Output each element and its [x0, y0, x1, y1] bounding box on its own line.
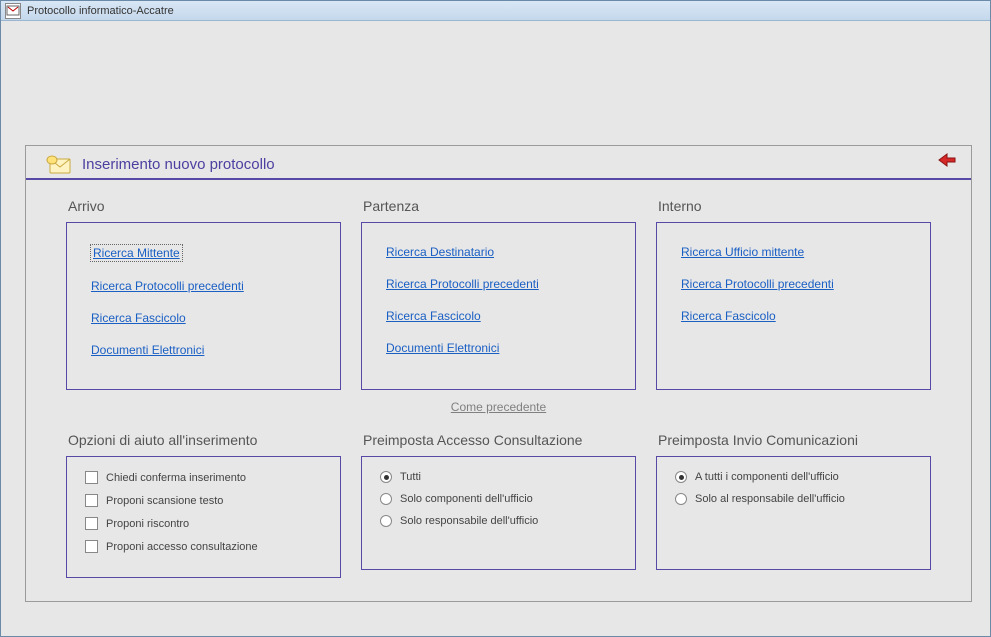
envelope-icon	[46, 154, 72, 174]
radio-icon	[675, 471, 687, 483]
radio-label: Solo componenti dell'ufficio	[400, 493, 533, 505]
link-ricerca-fascicolo-partenza[interactable]: Ricerca Fascicolo	[386, 309, 481, 323]
column-title-interno: Interno	[658, 198, 931, 214]
column-preinvio: Preimposta Invio Comunicazioni A tutti i…	[656, 432, 931, 578]
column-title-partenza: Partenza	[363, 198, 636, 214]
group-preaccesso: Tutti Solo componenti dell'ufficio Solo …	[361, 456, 636, 570]
link-documenti-elettronici-partenza[interactable]: Documenti Elettronici	[386, 341, 499, 355]
link-ricerca-destinatario[interactable]: Ricerca Destinatario	[386, 245, 494, 259]
app-icon	[5, 3, 21, 19]
radio-label: Solo responsabile dell'ufficio	[400, 515, 538, 527]
bottom-columns: Opzioni di aiuto all'inserimento Chiedi …	[26, 432, 971, 578]
card-heading: Inserimento nuovo protocollo	[82, 156, 275, 173]
group-arrivo: Ricerca Mittente Ricerca Protocolli prec…	[66, 222, 341, 390]
checkbox-icon	[85, 471, 98, 484]
link-ricerca-protocolli-precedenti-interno[interactable]: Ricerca Protocolli precedenti	[681, 277, 834, 291]
column-title-preinvio: Preimposta Invio Comunicazioni	[658, 432, 931, 448]
radio-tutti[interactable]: Tutti	[380, 471, 617, 483]
column-opzioni: Opzioni di aiuto all'inserimento Chiedi …	[66, 432, 341, 578]
column-arrivo: Arrivo Ricerca Mittente Ricerca Protocol…	[66, 198, 341, 390]
radio-icon	[675, 493, 687, 505]
checkbox-icon	[85, 517, 98, 530]
link-ricerca-mittente[interactable]: Ricerca Mittente	[91, 245, 182, 261]
radio-solo-responsabile-invio[interactable]: Solo al responsabile dell'ufficio	[675, 493, 912, 505]
link-ricerca-fascicolo-arrivo[interactable]: Ricerca Fascicolo	[91, 311, 186, 325]
checkbox-proponi-accesso[interactable]: Proponi accesso consultazione	[85, 540, 322, 553]
content-area: Inserimento nuovo protocollo Arrivo Rice…	[1, 21, 990, 636]
radio-icon	[380, 471, 392, 483]
column-title-preaccesso: Preimposta Accesso Consultazione	[363, 432, 636, 448]
link-ricerca-fascicolo-interno[interactable]: Ricerca Fascicolo	[681, 309, 776, 323]
column-partenza: Partenza Ricerca Destinatario Ricerca Pr…	[361, 198, 636, 390]
inner-panel: Inserimento nuovo protocollo Arrivo Rice…	[7, 27, 984, 630]
link-come-precedente[interactable]: Come precedente	[451, 400, 546, 414]
column-title-opzioni: Opzioni di aiuto all'inserimento	[68, 432, 341, 448]
radio-label: Solo al responsabile dell'ufficio	[695, 493, 845, 505]
checkbox-label: Chiedi conferma inserimento	[106, 472, 246, 484]
back-arrow-icon[interactable]	[937, 152, 959, 171]
checkbox-label: Proponi riscontro	[106, 518, 189, 530]
top-columns: Arrivo Ricerca Mittente Ricerca Protocol…	[26, 198, 971, 390]
link-ricerca-ufficio-mittente[interactable]: Ricerca Ufficio mittente	[681, 245, 804, 259]
radio-a-tutti[interactable]: A tutti i componenti dell'ufficio	[675, 471, 912, 483]
link-ricerca-protocolli-precedenti-arrivo[interactable]: Ricerca Protocolli precedenti	[91, 279, 244, 293]
group-interno: Ricerca Ufficio mittente Ricerca Protoco…	[656, 222, 931, 390]
radio-label: A tutti i componenti dell'ufficio	[695, 471, 839, 483]
titlebar: Protocollo informatico-Accatre	[1, 1, 990, 21]
radio-solo-componenti[interactable]: Solo componenti dell'ufficio	[380, 493, 617, 505]
column-interno: Interno Ricerca Ufficio mittente Ricerca…	[656, 198, 931, 390]
radio-icon	[380, 493, 392, 505]
radio-solo-responsabile[interactable]: Solo responsabile dell'ufficio	[380, 515, 617, 527]
checkbox-label: Proponi scansione testo	[106, 495, 223, 507]
group-opzioni: Chiedi conferma inserimento Proponi scan…	[66, 456, 341, 578]
checkbox-proponi-scansione[interactable]: Proponi scansione testo	[85, 494, 322, 507]
app-window: Protocollo informatico-Accatre Inserimen…	[0, 0, 991, 637]
column-title-arrivo: Arrivo	[68, 198, 341, 214]
column-preaccesso: Preimposta Accesso Consultazione Tutti S…	[361, 432, 636, 578]
radio-label: Tutti	[400, 471, 421, 483]
radio-icon	[380, 515, 392, 527]
checkbox-icon	[85, 540, 98, 553]
group-preinvio: A tutti i componenti dell'ufficio Solo a…	[656, 456, 931, 570]
card-header: Inserimento nuovo protocollo	[26, 146, 971, 180]
center-link-row: Come precedente	[26, 390, 971, 432]
checkbox-icon	[85, 494, 98, 507]
link-documenti-elettronici-arrivo[interactable]: Documenti Elettronici	[91, 343, 204, 357]
main-card: Inserimento nuovo protocollo Arrivo Rice…	[25, 145, 972, 602]
window-title: Protocollo informatico-Accatre	[27, 5, 174, 17]
group-partenza: Ricerca Destinatario Ricerca Protocolli …	[361, 222, 636, 390]
checkbox-label: Proponi accesso consultazione	[106, 541, 258, 553]
checkbox-proponi-riscontro[interactable]: Proponi riscontro	[85, 517, 322, 530]
checkbox-chiedi-conferma[interactable]: Chiedi conferma inserimento	[85, 471, 322, 484]
link-ricerca-protocolli-precedenti-partenza[interactable]: Ricerca Protocolli precedenti	[386, 277, 539, 291]
